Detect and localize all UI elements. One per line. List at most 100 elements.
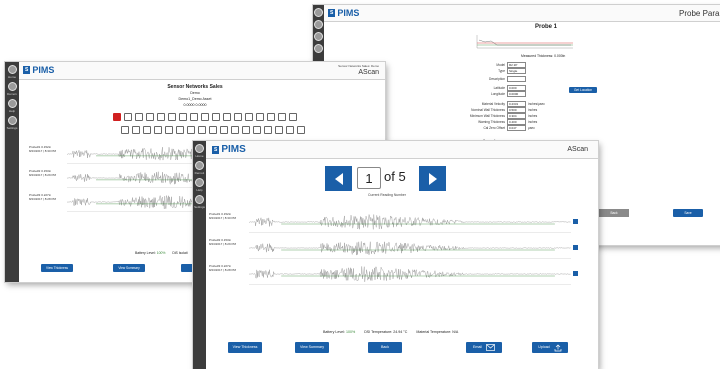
field-label: Model	[496, 63, 505, 67]
probe-cell[interactable]	[220, 126, 228, 134]
probe-cell[interactable]	[146, 113, 154, 121]
field-label: Description	[489, 77, 505, 81]
sidebar: Home Demo1 Help Settings	[193, 141, 206, 369]
field-input[interactable]	[507, 76, 526, 82]
home-nav[interactable]	[313, 8, 324, 17]
next-reading-button[interactable]	[419, 166, 446, 191]
reading-number-input[interactable]: 1	[357, 167, 381, 189]
view-thickness-button[interactable]: View Thickness	[41, 264, 73, 272]
home-nav[interactable]: Home	[5, 65, 19, 79]
probe-cell[interactable]	[143, 126, 151, 134]
probe-cell[interactable]	[176, 126, 184, 134]
battery-label: Battery Level:	[323, 330, 345, 334]
probe-cell[interactable]	[168, 113, 176, 121]
header-context: Sensor Networks Sales: Demo	[338, 64, 379, 68]
logo-text: PIMS	[32, 65, 55, 75]
probe-cell[interactable]	[201, 113, 209, 121]
probe-cell[interactable]	[157, 113, 165, 121]
probe-cell[interactable]	[297, 126, 305, 134]
probe-cell[interactable]	[190, 113, 198, 121]
asset-coords: 0.0000 0.0000	[183, 103, 207, 107]
trace-expand-button[interactable]	[573, 245, 578, 250]
header: S PIMS Sensor Networks Sales: Demo AScan	[19, 62, 385, 80]
folder-icon	[195, 161, 204, 170]
envelope-icon	[486, 344, 495, 351]
get-location-button[interactable]: Get Location	[569, 87, 597, 93]
help-nav[interactable]: Help	[193, 178, 206, 192]
probe-date: 8/23/2017 | 8:30 PM	[29, 149, 56, 153]
probe-cell[interactable]	[275, 126, 283, 134]
probe-cell[interactable]	[231, 126, 239, 134]
help-label: Help	[8, 109, 16, 113]
field-unit: inches	[528, 108, 538, 112]
company-title: Sensor Networks Sales	[167, 84, 223, 90]
probe-cell[interactable]	[124, 113, 132, 121]
probe-cell[interactable]	[223, 113, 231, 121]
settings-nav[interactable]: Settings	[193, 195, 206, 209]
probe-cell[interactable]	[212, 113, 220, 121]
probe-cell[interactable]	[253, 126, 261, 134]
probe-cell[interactable]	[242, 126, 250, 134]
trace-expand-button[interactable]	[573, 271, 578, 276]
save-button[interactable]: Save	[673, 209, 703, 217]
probe-cell[interactable]	[264, 126, 272, 134]
home-icon	[314, 8, 323, 17]
probe-cell[interactable]	[154, 126, 162, 134]
probe-selector-grid	[113, 113, 313, 141]
field-label: Latitude	[493, 86, 505, 90]
probe-cell[interactable]	[198, 126, 206, 134]
probe-cell-alert[interactable]	[113, 113, 121, 121]
probe-date: 8/23/2017 | 8:29 PM	[29, 173, 56, 177]
settings-nav[interactable]: Settings	[5, 116, 19, 130]
probe-cell[interactable]	[256, 113, 264, 121]
back-button[interactable]: Back	[368, 342, 402, 353]
back-button[interactable]: Back	[599, 209, 629, 217]
battery-label: Battery Level:	[135, 251, 156, 255]
pims-logo: S PIMS	[328, 8, 359, 18]
email-label: Email	[473, 345, 482, 349]
probe-cell[interactable]	[267, 113, 275, 121]
chevron-right-icon	[428, 172, 437, 185]
probe-cell[interactable]	[187, 126, 195, 134]
probe-cell[interactable]	[121, 126, 129, 134]
ascan-window: Home Demo1 Help Settings S PIMS AScan 1 …	[193, 141, 598, 369]
field-unit: inches	[528, 120, 538, 124]
prev-reading-button[interactable]	[325, 166, 352, 191]
status-bar: Battery Level: 100% DSI Temperature: 24.…	[323, 330, 458, 334]
help-nav[interactable]	[313, 32, 324, 41]
view-summary-button[interactable]: View Summary	[295, 342, 329, 353]
trace-row: Probe#2 0.153in 8/23/2017 | 8:29 PM	[209, 237, 589, 263]
field-label: Warning Thickness	[478, 120, 505, 124]
settings-nav[interactable]	[313, 44, 324, 53]
probe-cell[interactable]	[165, 126, 173, 134]
probe-cell[interactable]	[135, 113, 143, 121]
trace-expand-button[interactable]	[573, 219, 578, 224]
isolation-label: DiS Isolati	[172, 251, 188, 255]
gear-icon	[195, 195, 204, 204]
probe-date: 8/23/2017 | 8:28 PM	[209, 268, 236, 272]
probe-cell[interactable]	[209, 126, 217, 134]
field-input[interactable]: Single	[507, 68, 526, 74]
home-nav[interactable]: Home	[193, 144, 206, 158]
field-label: Minimum Wall Thickness	[469, 114, 505, 118]
thickness-trend-chart	[476, 35, 573, 49]
view-summary-button[interactable]: View Summary	[113, 264, 145, 272]
probe-cell[interactable]	[234, 113, 242, 121]
view-thickness-button[interactable]: View Thickness	[228, 342, 262, 353]
dsi-temp-value: 24.94 °C	[393, 330, 408, 334]
field-input[interactable]: 0.047	[507, 125, 526, 131]
probe-cell[interactable]	[132, 126, 140, 134]
demo-nav[interactable]	[313, 20, 324, 29]
email-button[interactable]: Email	[466, 342, 502, 353]
probe-cell[interactable]	[278, 113, 286, 121]
field-input[interactable]: 0.0000	[507, 91, 526, 97]
probe-cell[interactable]	[179, 113, 187, 121]
probe-cell[interactable]	[289, 113, 297, 121]
home-icon	[7, 65, 17, 74]
upload-button[interactable]: Upload	[532, 342, 568, 353]
trace-label: Probe#3 0.227in 8/23/2017 | 8:28 PM	[209, 264, 236, 272]
demo-nav[interactable]: Demo1	[193, 161, 206, 175]
probe-cell[interactable]	[245, 113, 253, 121]
probe-cell[interactable]	[286, 126, 294, 134]
gear-icon	[7, 116, 17, 125]
